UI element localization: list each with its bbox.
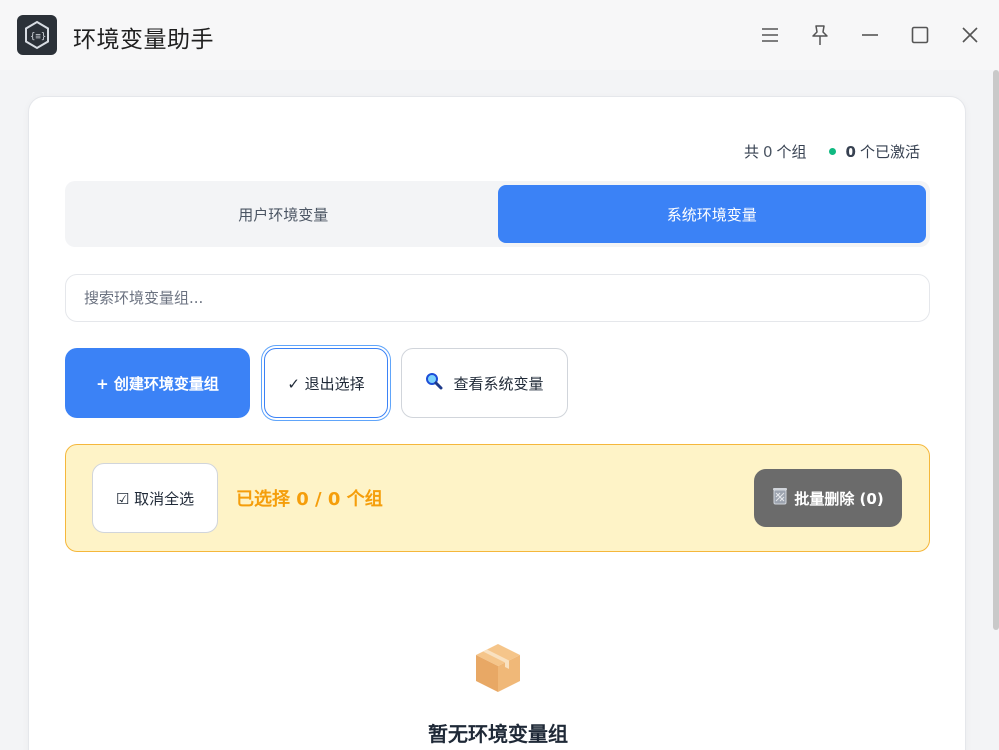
pin-icon[interactable] <box>807 22 833 48</box>
empty-state: 暂无环境变量组 <box>29 642 967 747</box>
total-suffix: 个组 <box>776 143 807 161</box>
scrollbar[interactable] <box>993 70 999 630</box>
create-group-button[interactable]: + 创建环境变量组 <box>65 348 250 418</box>
exit-selection-label: ✓ 退出选择 <box>287 374 365 393</box>
group-stats: 共 0 个组 0 个已激活 <box>744 141 920 162</box>
close-icon[interactable] <box>957 22 983 48</box>
active-count: 0 <box>845 142 856 161</box>
title-bar: {≡} 环境变量助手 <box>0 0 999 70</box>
minimize-icon[interactable] <box>857 22 883 48</box>
create-group-label: + 创建环境变量组 <box>96 374 219 393</box>
main-card: 共 0 个组 0 个已激活 用户环境变量 系统环境变量 + 创建环境变量组 ✓ … <box>28 96 966 750</box>
deselect-all-button[interactable]: ☑ 取消全选 <box>92 463 218 533</box>
magnifier-icon <box>425 372 443 394</box>
app-logo-icon: {≡} <box>17 15 57 55</box>
selection-bar: ☑ 取消全选 已选择 0 / 0 个组 批量删除 (0) <box>65 444 930 552</box>
menu-icon[interactable] <box>757 22 783 48</box>
search-input[interactable] <box>65 274 930 322</box>
active-suffix: 个已激活 <box>859 143 920 161</box>
active-status-dot <box>828 148 836 155</box>
wastebasket-icon <box>772 487 788 509</box>
view-system-vars-label: 查看系统变量 <box>453 374 544 393</box>
maximize-icon[interactable] <box>907 22 933 48</box>
window-title: 环境变量助手 <box>73 27 214 53</box>
package-icon <box>474 642 522 698</box>
tab-user-env[interactable]: 用户环境变量 <box>69 185 498 243</box>
batch-delete-button[interactable]: 批量删除 (0) <box>754 469 902 527</box>
svg-text:{≡}: {≡} <box>30 32 46 42</box>
total-prefix: 共 <box>743 143 759 161</box>
deselect-all-label: ☑ 取消全选 <box>115 489 195 508</box>
env-scope-tabs: 用户环境变量 系统环境变量 <box>65 181 930 247</box>
total-count: 0 <box>762 142 773 161</box>
selection-count: 已选择 0 / 0 个组 <box>236 489 383 510</box>
empty-state-title: 暂无环境变量组 <box>428 722 568 746</box>
view-system-vars-button[interactable]: 查看系统变量 <box>401 348 568 418</box>
exit-selection-button[interactable]: ✓ 退出选择 <box>264 348 388 418</box>
batch-delete-label: 批量删除 (0) <box>794 489 884 508</box>
tab-system-env[interactable]: 系统环境变量 <box>497 185 926 243</box>
